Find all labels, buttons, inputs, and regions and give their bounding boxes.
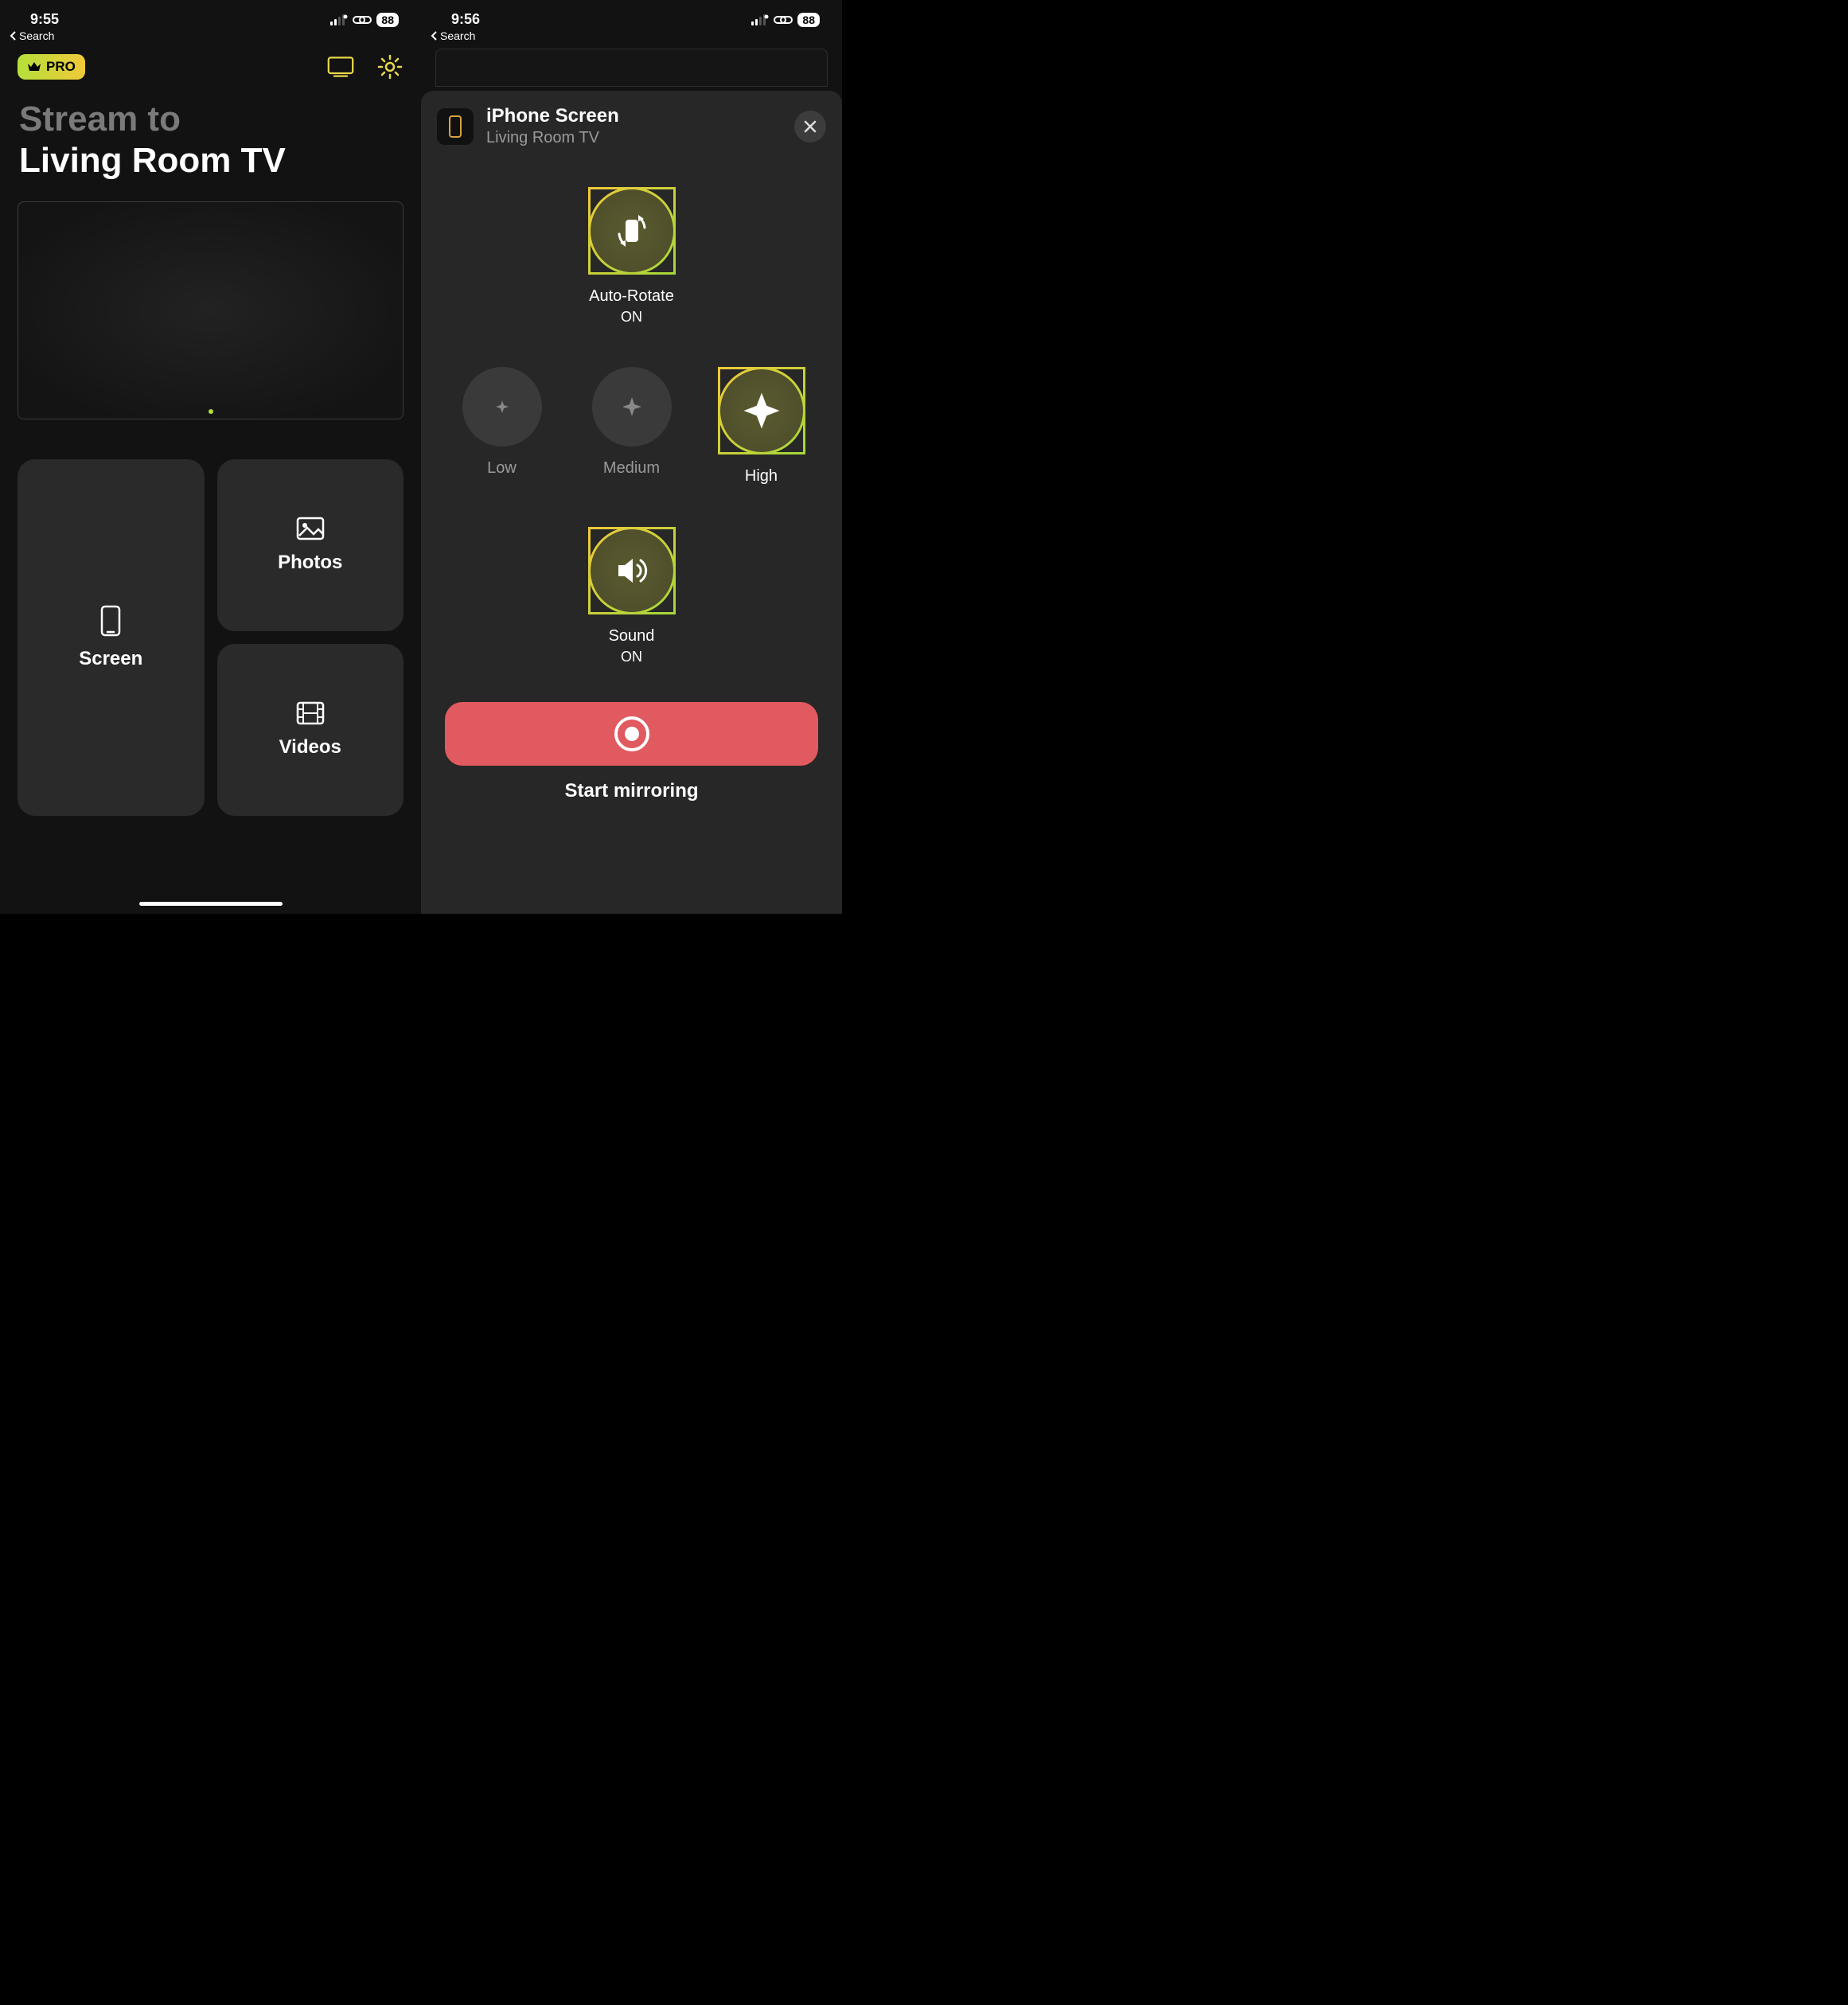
- quality-row: Low Medium High: [445, 367, 818, 486]
- status-indicators: 88: [751, 13, 820, 27]
- status-bar: 9:56 88: [421, 0, 842, 28]
- quality-low[interactable]: Low: [445, 367, 559, 486]
- hero-subtitle: Stream to: [19, 99, 402, 139]
- link-icon: [774, 14, 793, 25]
- link-icon: [353, 14, 372, 25]
- sparkle-medium-icon: [620, 395, 644, 419]
- hero-title: Living Room TV: [19, 141, 402, 181]
- signal-icon: [751, 14, 769, 25]
- settings-button[interactable]: [376, 53, 404, 80]
- screen-right: 9:56 88 Search iPhone Screen Living Room…: [421, 0, 842, 914]
- tv-button[interactable]: [327, 53, 354, 80]
- battery-badge: 88: [376, 13, 399, 27]
- autorotate-label: Auto-Rotate: [589, 287, 674, 306]
- status-time: 9:56: [451, 11, 480, 28]
- home-indicator[interactable]: [139, 902, 283, 906]
- tv-preview-peek: [435, 49, 828, 87]
- phone-icon: [100, 605, 121, 637]
- quality-medium-label: Medium: [603, 459, 660, 478]
- close-button[interactable]: [794, 111, 826, 142]
- record-icon: [613, 715, 651, 753]
- sound-state: ON: [621, 649, 642, 665]
- back-to-search[interactable]: Search: [421, 28, 842, 42]
- film-icon: [296, 701, 325, 725]
- sparkle-small-icon: [494, 399, 510, 415]
- quality-high[interactable]: High: [704, 367, 818, 486]
- sheet-title: iPhone Screen: [486, 105, 619, 127]
- tile-videos[interactable]: Videos: [217, 644, 404, 816]
- sheet-header: iPhone Screen Living Room TV: [421, 105, 842, 147]
- status-bar: 9:55 88: [0, 0, 421, 28]
- sound-control[interactable]: Sound ON: [588, 527, 676, 665]
- chevron-left-icon: [10, 31, 18, 41]
- tile-photos-label: Photos: [278, 552, 342, 574]
- crown-icon: [27, 60, 41, 73]
- battery-badge: 88: [797, 13, 820, 27]
- tv-preview[interactable]: [18, 201, 404, 419]
- quality-high-label: High: [745, 467, 778, 486]
- status-indicators: 88: [330, 13, 399, 27]
- start-mirroring-label: Start mirroring: [421, 780, 842, 802]
- screen-left: 9:55 88 Search PRO Stream to Living Room…: [0, 0, 421, 914]
- mirror-sheet: iPhone Screen Living Room TV Auto-Rotate…: [421, 91, 842, 914]
- speaker-icon: [612, 551, 652, 591]
- start-mirroring-button[interactable]: [445, 702, 818, 766]
- controls: Auto-Rotate ON Low Medium: [421, 147, 842, 665]
- quality-low-label: Low: [487, 459, 517, 478]
- sheet-subtitle: Living Room TV: [486, 129, 619, 147]
- top-row: PRO: [0, 42, 421, 80]
- signal-icon: [330, 14, 348, 25]
- quality-medium[interactable]: Medium: [575, 367, 688, 486]
- phone-icon: [448, 115, 462, 138]
- pro-badge[interactable]: PRO: [18, 54, 85, 80]
- back-label: Search: [19, 29, 54, 42]
- gear-icon: [377, 54, 403, 80]
- rotate-icon: [610, 209, 654, 253]
- close-icon: [804, 120, 817, 133]
- tile-photos[interactable]: Photos: [217, 459, 404, 631]
- tv-icon: [327, 55, 354, 79]
- sparkle-large-icon: [742, 391, 782, 431]
- image-icon: [296, 517, 325, 540]
- status-time: 9:55: [30, 11, 59, 28]
- hero: Stream to Living Room TV: [0, 80, 421, 181]
- autorotate-state: ON: [621, 309, 642, 326]
- tile-videos-label: Videos: [279, 736, 341, 759]
- tiles: Screen Photos Videos: [0, 419, 421, 833]
- tile-screen[interactable]: Screen: [18, 459, 205, 816]
- back-label: Search: [440, 29, 475, 42]
- autorotate-control[interactable]: Auto-Rotate ON: [588, 187, 676, 326]
- chevron-left-icon: [431, 31, 439, 41]
- tile-screen-label: Screen: [79, 648, 142, 670]
- back-to-search[interactable]: Search: [0, 28, 421, 42]
- phone-thumb: [437, 108, 474, 145]
- pro-label: PRO: [46, 59, 76, 75]
- sound-label: Sound: [609, 627, 655, 646]
